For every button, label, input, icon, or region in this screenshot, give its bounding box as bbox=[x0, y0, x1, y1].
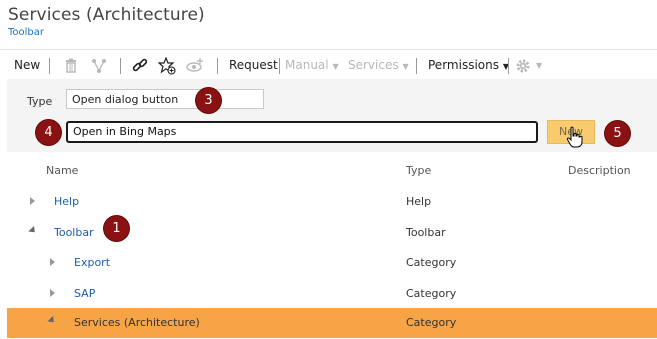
collapse-icon[interactable] bbox=[28, 225, 38, 236]
callout-badge-3: 3 bbox=[196, 88, 221, 113]
tree-row-toolbar[interactable]: Toolbar Toolbar bbox=[7, 218, 657, 248]
row-type: Toolbar bbox=[406, 226, 446, 239]
column-header-type[interactable]: Type bbox=[406, 164, 431, 177]
trash-icon[interactable] bbox=[62, 57, 80, 75]
hand-cursor-icon bbox=[566, 126, 583, 148]
services-dropdown[interactable]: Services ▼ bbox=[348, 58, 409, 72]
type-label: Type bbox=[27, 95, 53, 108]
request-button[interactable]: Request bbox=[229, 58, 278, 72]
row-type: Category bbox=[406, 287, 457, 300]
column-header-description[interactable]: Description bbox=[568, 164, 631, 177]
row-name: Toolbar bbox=[54, 226, 94, 239]
toolbar-separator bbox=[508, 58, 509, 74]
permissions-label: Permissions bbox=[428, 58, 499, 72]
manual-label: Manual bbox=[285, 58, 329, 72]
hierarchy-icon[interactable] bbox=[90, 57, 108, 75]
tree-row-sap[interactable]: SAP Category bbox=[7, 279, 657, 309]
expand-icon[interactable] bbox=[50, 289, 55, 297]
column-header-name[interactable]: Name bbox=[46, 164, 78, 177]
callout-badge-5: 5 bbox=[605, 121, 630, 146]
breadcrumb[interactable]: Toolbar bbox=[8, 27, 44, 38]
row-type: Category bbox=[406, 256, 457, 269]
row-name: Help bbox=[54, 195, 80, 208]
toolbar-separator bbox=[217, 58, 218, 74]
permissions-dropdown[interactable]: Permissions ▼ bbox=[428, 58, 509, 72]
tree-row-services-architecture[interactable]: Services (Architecture) Category bbox=[7, 308, 657, 338]
row-name: SAP bbox=[74, 287, 96, 300]
text-input[interactable]: Open in Bing Maps bbox=[66, 121, 538, 143]
toolbar-separator bbox=[279, 58, 280, 74]
expand-icon[interactable] bbox=[30, 197, 35, 205]
chevron-down-icon: ▼ bbox=[332, 62, 339, 71]
star-add-icon[interactable] bbox=[158, 57, 176, 75]
type-field[interactable]: Open dialog button bbox=[66, 89, 264, 109]
toolbar-separator bbox=[416, 58, 417, 74]
row-type: Help bbox=[406, 195, 432, 208]
toolbar-separator bbox=[120, 58, 121, 74]
tree-row-help[interactable]: Help Help bbox=[7, 187, 657, 217]
manual-dropdown[interactable]: Manual ▼ bbox=[285, 58, 339, 72]
chevron-down-icon: ▼ bbox=[402, 62, 409, 71]
services-label: Services bbox=[348, 58, 399, 72]
toolbar-separator bbox=[49, 58, 50, 74]
eye-add-icon[interactable] bbox=[186, 57, 204, 75]
chevron-down-icon[interactable]: ▼ bbox=[536, 61, 542, 70]
row-type: Category bbox=[406, 316, 457, 329]
page-title: Services (Architecture) bbox=[8, 5, 205, 25]
expand-icon[interactable] bbox=[50, 258, 55, 266]
link-icon[interactable] bbox=[131, 57, 149, 75]
collapse-icon[interactable] bbox=[47, 315, 57, 326]
callout-badge-4: 4 bbox=[36, 120, 61, 145]
gear-icon[interactable] bbox=[515, 57, 533, 75]
row-name: Export bbox=[74, 256, 111, 269]
new-button[interactable]: New bbox=[14, 58, 40, 72]
row-name: Services (Architecture) bbox=[74, 316, 200, 329]
toolbar: New Request Manual ▼ Services ▼ Permissi… bbox=[0, 49, 657, 80]
tree-row-export[interactable]: Export Category bbox=[7, 248, 657, 278]
